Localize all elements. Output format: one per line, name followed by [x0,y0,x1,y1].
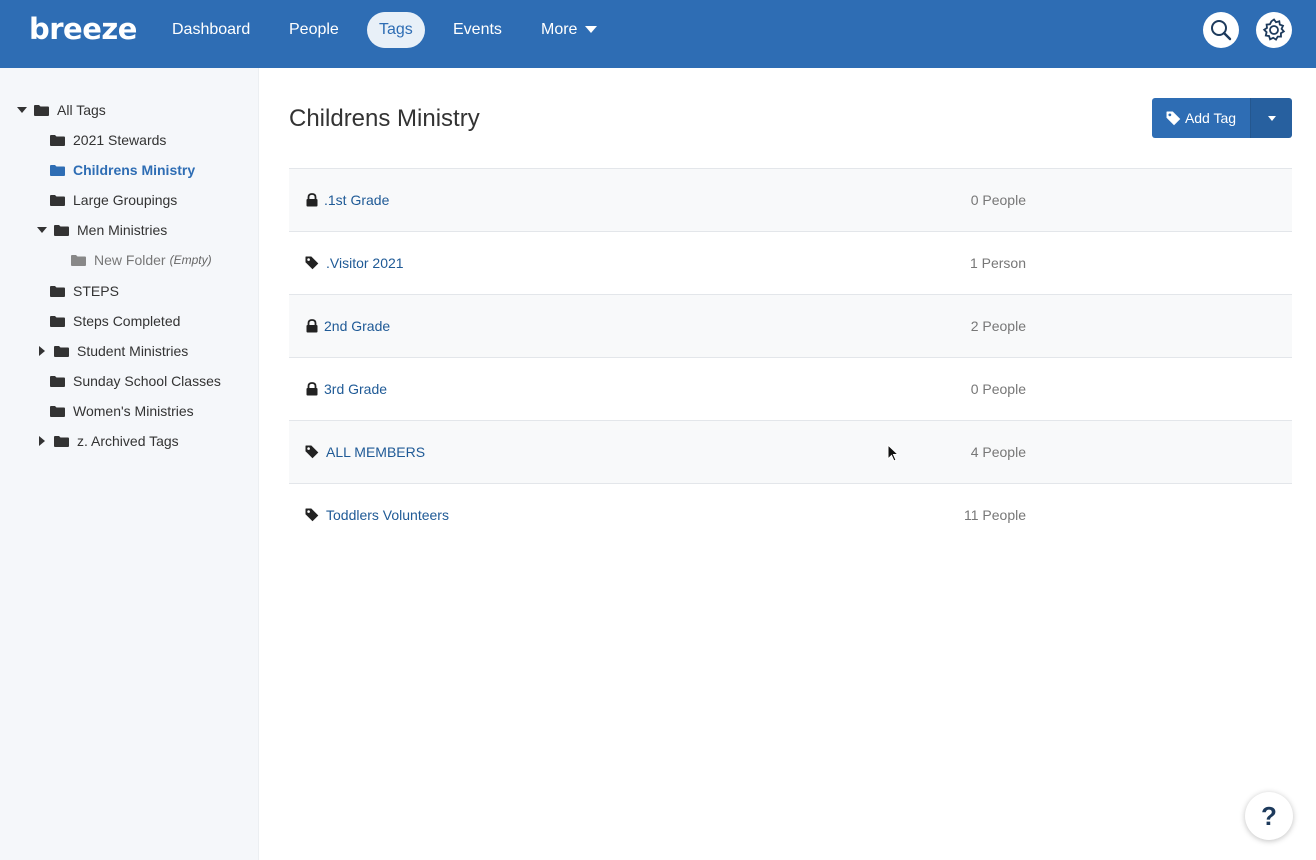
tree-item-childrens-ministry[interactable]: Childrens Ministry [50,159,195,181]
tag-name-link[interactable]: .Visitor 2021 [326,255,404,271]
tree-label: Women's Ministries [73,403,194,419]
tree-item-men-ministries[interactable]: Men Ministries [36,219,167,241]
folder-icon [50,164,65,176]
nav-more[interactable]: More [529,12,609,48]
caret-down-icon[interactable] [36,224,48,236]
help-button[interactable]: ? [1245,792,1293,840]
tree-label: Steps Completed [73,313,181,329]
add-tag-button-group: Add Tag [1152,98,1292,138]
tree-label: Men Ministries [77,222,168,238]
tag-row[interactable]: 3rd Grade 0 People [289,357,1292,420]
tag-name-link[interactable]: Toddlers Volunteers [326,507,449,523]
tag-row[interactable]: .1st Grade 0 People [289,168,1292,231]
tree-item-new-folder[interactable]: New Folder (Empty) [71,249,212,271]
tree-label: STEPS [73,283,119,299]
tree-item-sunday-school-classes[interactable]: Sunday School Classes [50,370,221,392]
caret-right-icon[interactable] [36,345,48,357]
folder-icon [50,194,65,206]
tree-item-steps[interactable]: STEPS [50,280,119,302]
folder-icon [54,435,69,447]
folder-icon [50,315,65,327]
tag-folder-sidebar: All Tags 2021 Stewards Childrens Ministr… [0,68,259,860]
folder-icon [50,285,65,297]
folder-icon [54,345,69,357]
tag-name-link[interactable]: 3rd Grade [324,381,387,397]
tree-item-womens-ministries[interactable]: Women's Ministries [50,400,194,422]
lock-icon [306,382,318,396]
top-nav-bar: breeze Dashboard People Tags Events More [0,0,1316,68]
nav-events[interactable]: Events [441,12,514,48]
tree-label: Large Groupings [73,192,178,208]
settings-button[interactable] [1256,12,1292,48]
chevron-down-icon [585,26,598,34]
folder-icon [71,254,86,266]
tag-people-count: 4 People [970,444,1026,460]
tag-icon [305,256,319,270]
lock-icon [306,319,318,333]
tag-name-link[interactable]: 2nd Grade [324,318,390,334]
tree-label: Childrens Ministry [73,162,196,178]
nav-tags[interactable]: Tags [367,12,425,48]
folder-icon [54,224,69,236]
tree-item-student-ministries[interactable]: Student Ministries [36,340,188,362]
tag-people-count: 2 People [970,318,1026,334]
search-button[interactable] [1203,12,1239,48]
tree-item-archived-tags[interactable]: z. Archived Tags [36,430,179,452]
lock-icon [306,193,318,207]
tag-row[interactable]: ALL MEMBERS 4 People [289,420,1292,483]
search-icon [1211,20,1232,41]
tree-label: z. Archived Tags [77,433,179,449]
tag-row[interactable]: Toddlers Volunteers 11 People [289,483,1292,546]
tree-root-all-tags[interactable]: All Tags [16,99,106,121]
add-tag-label: Add Tag [1184,110,1237,126]
tag-row[interactable]: 2nd Grade 2 People [289,294,1292,357]
tag-icon [1166,111,1181,125]
tree-label: New Folder [94,252,166,268]
tree-item-large-groupings[interactable]: Large Groupings [50,189,177,211]
tag-people-count: 0 People [970,192,1026,208]
tag-name-link[interactable]: .1st Grade [324,192,389,208]
folder-icon [34,104,49,116]
chevron-down-icon [1267,115,1276,121]
add-tag-button[interactable]: Add Tag [1152,98,1250,138]
add-tag-dropdown-toggle[interactable] [1250,98,1292,138]
nav-dashboard[interactable]: Dashboard [160,12,262,48]
caret-right-icon[interactable] [36,435,48,447]
tree-item-steps-completed[interactable]: Steps Completed [50,310,180,332]
tree-label: All Tags [57,102,106,118]
caret-down-icon[interactable] [16,104,28,116]
tag-people-count: 1 Person [969,255,1026,271]
folder-icon [50,375,65,387]
gear-icon [1262,18,1286,41]
tag-icon [305,445,319,459]
tag-list: .1st Grade 0 People .Visitor 2021 1 Pers… [289,168,1292,546]
mouse-cursor-icon [887,443,900,467]
folder-icon [50,134,65,146]
nav-more-label: More [541,21,578,38]
tag-icon [305,508,319,522]
empty-note: (Empty) [169,253,212,267]
page-title: Childrens Ministry [289,105,480,132]
tree-label: Sunday School Classes [73,373,221,389]
tag-people-count: 11 People [963,507,1026,523]
tag-people-count: 0 People [970,381,1026,397]
breeze-logo[interactable]: breeze [29,12,137,46]
tag-row[interactable]: .Visitor 2021 1 Person [289,231,1292,294]
tree-label: 2021 Stewards [73,132,167,148]
tree-item-2021-stewards[interactable]: 2021 Stewards [50,129,166,151]
folder-icon [50,405,65,417]
tag-name-link[interactable]: ALL MEMBERS [326,444,425,460]
nav-people[interactable]: People [277,12,351,48]
tree-label: Student Ministries [77,343,189,359]
